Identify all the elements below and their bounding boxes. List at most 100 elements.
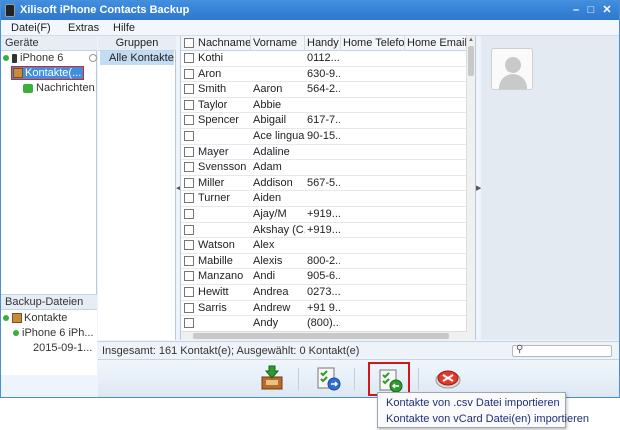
delete-button[interactable] [434,364,464,394]
table-row[interactable]: Svensson Adam [181,160,467,176]
menu-item-import-vcard[interactable]: Kontakte von vCard Datei(en) importieren [386,413,589,425]
horizontal-scrollbar[interactable] [181,331,467,340]
row-checkbox[interactable] [184,255,194,266]
row-checkbox[interactable] [184,115,194,126]
delete-icon [435,370,461,389]
phone-icon [12,53,17,63]
import-button[interactable] [368,362,410,396]
cell-handy: +919... [307,223,340,236]
maximize-button[interactable]: □ [584,4,598,17]
status-text: Insgesamt: 161 Kontakt(e); Ausgewählt: 0… [102,345,360,357]
table-row[interactable]: Andy (800)... [181,316,467,332]
cell-vorname: Andi [253,270,276,283]
table-row[interactable]: Watson Alex [181,238,467,254]
tree-backup-contacts[interactable]: Kontakte [3,312,67,324]
col-vorname[interactable]: Vorname [251,36,305,51]
table-row[interactable]: Miller Addison 567-5... [181,176,467,192]
backup-icon [261,365,283,390]
export-button[interactable] [314,364,344,394]
row-checkbox[interactable] [184,224,194,235]
app-icon [5,4,15,17]
table-row[interactable]: Manzano Andi 905-6... [181,269,467,285]
cell-handy: 567-5... [307,176,340,189]
tree-device-iphone[interactable]: iPhone 6 [3,52,63,64]
tree-backup-device[interactable]: iPhone 6 iPh... [13,327,94,339]
row-checkbox[interactable] [184,177,194,188]
col-nachname[interactable]: Nachname [196,36,251,51]
expand-icon[interactable] [3,55,9,62]
group-item-all[interactable]: Alle Kontakte [100,51,174,65]
row-checkbox[interactable] [184,240,194,251]
cell-handy: 90-15... [307,130,340,142]
cell-nachname: Spencer [198,114,239,127]
cell-vorname: Andrea [253,286,289,298]
table-row[interactable]: Smith Aaron 564-2... [181,82,467,98]
menu-item-import-csv[interactable]: Kontakte von .csv Datei importieren [386,397,560,409]
search-input[interactable]: ⚲ [512,344,612,357]
row-checkbox[interactable] [184,162,194,173]
table-row[interactable]: Kothi 0112... [181,51,467,67]
table-row[interactable]: Ace lingua...90-15... [181,129,467,145]
cell-nachname: Aron [198,67,222,80]
table-row[interactable]: Mayer Adaline [181,145,467,161]
cell-vorname: Andy [253,317,279,330]
table-row[interactable]: Mabille Alexis 800-2... [181,254,467,270]
tree-node-messages[interactable]: Nachrichten [23,82,95,94]
cell-vorname: Akshay (C... [253,223,305,236]
backup-header: Backup-Dateien [1,295,97,310]
cell-vorname: Adaline [253,145,290,158]
row-checkbox[interactable] [184,209,194,219]
cell-handy: +919... [307,208,340,220]
row-checkbox[interactable] [184,146,194,157]
avatar [491,48,533,90]
vertical-scroll-thumb[interactable] [468,46,474,76]
expand-icon[interactable] [13,330,19,337]
row-checkbox[interactable] [184,131,194,141]
backup-button[interactable] [258,364,288,394]
row-checkbox[interactable] [184,287,194,297]
table-row[interactable]: Akshay (C...+919... [181,223,467,239]
col-handy[interactable]: Handy [305,36,341,51]
table-row[interactable]: Turner Aiden [181,191,467,207]
cell-nachname: Taylor [198,98,228,111]
table-row[interactable]: Taylor Abbie [181,98,467,114]
horizontal-scroll-thumb[interactable] [193,333,449,339]
vertical-scrollbar[interactable]: ▲ [466,36,475,340]
import-dropdown-menu: Kontakte von .csv Datei importieren Kont… [377,392,589,428]
table-row[interactable]: Spencer Abigail 617-7... [181,113,467,129]
row-checkbox[interactable] [184,99,194,110]
cell-handy: +91 9... [307,301,340,314]
menu-bar: Datei(F) Extras Hilfe [1,20,619,36]
close-button[interactable]: ✕ [600,4,614,17]
row-checkbox[interactable] [184,68,194,79]
row-checkbox[interactable] [184,84,194,95]
row-checkbox[interactable] [184,271,194,282]
select-all-checkbox[interactable] [184,38,194,48]
table-row[interactable]: Ajay/M +919... [181,207,467,223]
cell-handy: 0273... [307,286,340,298]
row-checkbox[interactable] [184,193,194,204]
window-title: Xilisoft iPhone Contacts Backup [20,4,190,16]
row-checkbox[interactable] [184,53,194,63]
expand-icon[interactable] [3,315,9,322]
table-row[interactable]: Sarris Andrew +91 9... [181,301,467,317]
menu-datei[interactable]: Datei(F) [11,22,51,34]
row-checkbox[interactable] [184,318,194,329]
col-home-telefon[interactable]: Home Telefon [341,36,405,51]
minimize-button[interactable]: – [569,4,583,17]
tree-backup-date[interactable]: 2015-09-1... [33,342,92,354]
cell-nachname: Turner [198,192,230,205]
device-name: iPhone 6 [20,52,64,64]
menu-hilfe[interactable]: Hilfe [113,22,135,34]
menu-extras[interactable]: Extras [68,22,99,34]
scroll-up-icon[interactable]: ▲ [468,37,474,43]
row-checkbox[interactable] [184,302,194,313]
cell-vorname: Abbie [253,98,282,111]
col-home-email[interactable]: Home Email [405,36,467,51]
cell-nachname: Kothi [198,52,224,64]
tree-node-contacts[interactable]: Kontakte(... [11,66,85,80]
table-row[interactable]: Aron 630-9... [181,67,467,83]
table-row[interactable]: Hewitt Andrea 0273... [181,285,467,301]
cell-nachname: Sarris [198,301,227,314]
cell-nachname: Smith [198,83,227,96]
